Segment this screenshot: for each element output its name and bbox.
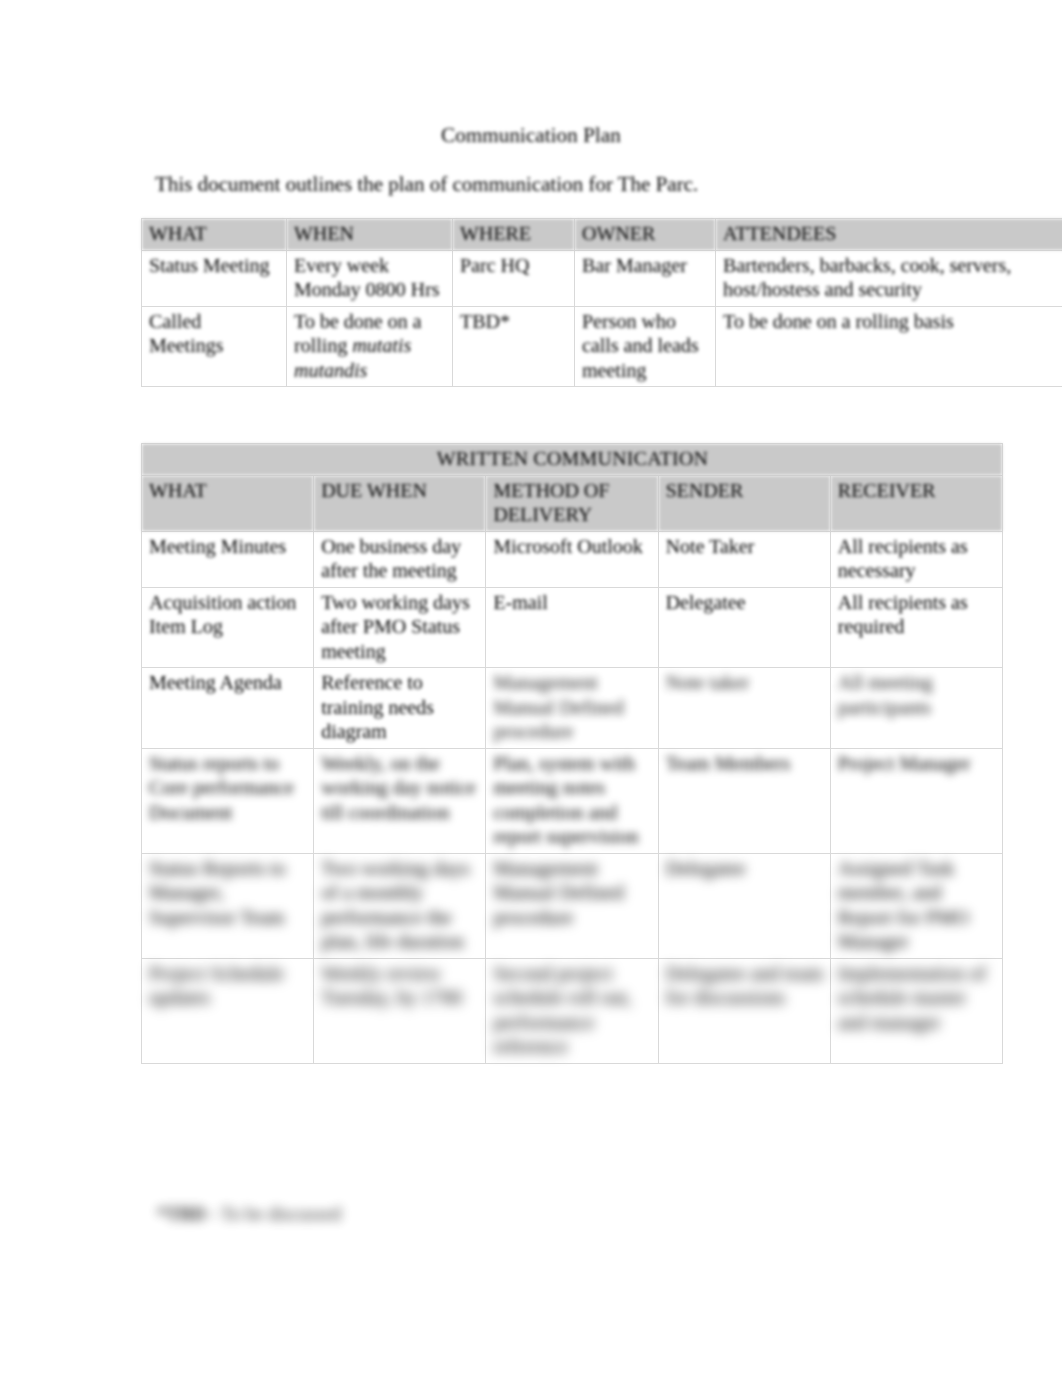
column-header-where: WHERE <box>452 218 575 251</box>
cell-method: Management Manual Defined procedure <box>485 852 659 959</box>
cell-where: TBD* <box>452 305 575 387</box>
column-header-when: WHEN <box>286 218 453 251</box>
table-row: Status Meeting Every week Monday 0800 Hr… <box>141 249 1062 307</box>
cell-attendees: Bartenders, barbacks, cook, servers, hos… <box>715 249 1062 307</box>
page-title: Communication Plan <box>441 123 621 147</box>
cell-receiver: All meeting participants <box>829 667 1004 749</box>
column-header-owner: OWNER <box>574 218 716 251</box>
cell-receiver: Assigned Task member, and Report for PMO… <box>829 852 1004 959</box>
table-row: Status Reports to Manager, Supervisor Te… <box>140 852 1004 959</box>
table-row: Called Meetings To be done on a rolling … <box>141 305 1062 387</box>
cell-receiver: Implementation of schedule master and ma… <box>829 957 1004 1064</box>
cell-sender: Note Taker <box>657 530 831 588</box>
cell-method: Second project schedule roll out, perfor… <box>485 957 659 1064</box>
cell-due-when: Reference to training needs diagram <box>313 667 487 749</box>
cell-what: Status reports to Core performance Docum… <box>140 747 315 854</box>
table-row: Project Schedule updates Weekly review T… <box>140 957 1004 1064</box>
cell-what: Status Meeting <box>141 249 287 307</box>
cell-owner: Bar Manager <box>574 249 716 307</box>
cell-method: E-mail <box>485 586 659 668</box>
cell-due-when: Weekly, on the working day notice till c… <box>313 747 487 854</box>
cell-what: Project Schedule updates <box>140 957 315 1064</box>
cell-what: Status Reports to Manager, Supervisor Te… <box>140 852 315 959</box>
column-header-what: WHAT <box>141 218 287 251</box>
footnote-text: - To be discussed <box>210 1204 342 1225</box>
document-page: Communication Plan This document outline… <box>0 0 1062 1376</box>
cell-owner: Person who calls and leads meeting <box>574 305 716 387</box>
cell-what: Meeting Agenda <box>140 667 315 749</box>
cell-sender: Team Members <box>657 747 831 854</box>
table-row: Meeting Minutes One business day after t… <box>140 530 1004 588</box>
cell-when: Every week Monday 0800 Hrs <box>286 249 453 307</box>
intro-paragraph: This document outlines the plan of commu… <box>155 172 699 196</box>
table-row: Meeting Agenda Reference to training nee… <box>140 667 1004 749</box>
column-header-due-when: DUE WHEN <box>313 474 487 532</box>
column-header-attendees: ATTENDEES <box>715 218 1062 251</box>
cell-what: Called Meetings <box>141 305 287 387</box>
cell-when: To be done on a rolling mutatis mutandis <box>286 305 453 387</box>
cell-method: Plan, system with meeting notes completi… <box>485 747 659 854</box>
cell-sender: Note taker <box>657 667 831 749</box>
cell-receiver: Project Manager <box>829 747 1004 854</box>
cell-sender: Delegatee and team for discussions <box>657 957 831 1064</box>
column-header-method: METHOD OF DELIVERY <box>485 474 659 532</box>
cell-where: Parc HQ <box>452 249 575 307</box>
cell-receiver: All recipients as necessary <box>829 530 1004 588</box>
column-header-what: WHAT <box>140 474 315 532</box>
cell-what: Meeting Minutes <box>140 530 315 588</box>
cell-due-when: Two working days of a monthly performanc… <box>313 852 487 959</box>
footnote-mark: *TBD <box>157 1204 206 1225</box>
cell-method: Management Manual Defined procedure <box>485 667 659 749</box>
meetings-table: WHAT WHEN WHERE OWNER ATTENDEES Status M… <box>141 218 1062 387</box>
cell-what: Acquisition action Item Log <box>140 586 315 668</box>
cell-method: Microsoft Outlook <box>485 530 659 588</box>
cell-sender: Delegatee <box>657 586 831 668</box>
footnote: *TBD - To be discussed <box>157 1203 341 1227</box>
cell-attendees: To be done on a rolling basis <box>715 305 1062 387</box>
table-row: WRITTEN COMMUNICATION <box>141 443 1003 476</box>
cell-due-when: Two working days after PMO Status meetin… <box>313 586 487 668</box>
column-header-sender: SENDER <box>657 474 831 532</box>
cell-due-when: Weekly review Tuesday, by 1700 <box>313 957 487 1064</box>
cell-sender: Delegatee <box>657 852 831 959</box>
written-communication-table: WRITTEN COMMUNICATION WHAT DUE WHEN METH… <box>140 443 1004 1064</box>
table-row: WHAT WHEN WHERE OWNER ATTENDEES <box>141 218 1062 251</box>
table-row: Status reports to Core performance Docum… <box>140 747 1004 854</box>
table-banner-title: WRITTEN COMMUNICATION <box>141 443 1003 476</box>
table-row: Acquisition action Item Log Two working … <box>140 586 1004 668</box>
table-row: WHAT DUE WHEN METHOD OF DELIVERY SENDER … <box>140 474 1004 532</box>
column-header-receiver: RECEIVER <box>829 474 1004 532</box>
cell-receiver: All recipients as required <box>829 586 1004 668</box>
cell-due-when: One business day after the meeting <box>313 530 487 588</box>
